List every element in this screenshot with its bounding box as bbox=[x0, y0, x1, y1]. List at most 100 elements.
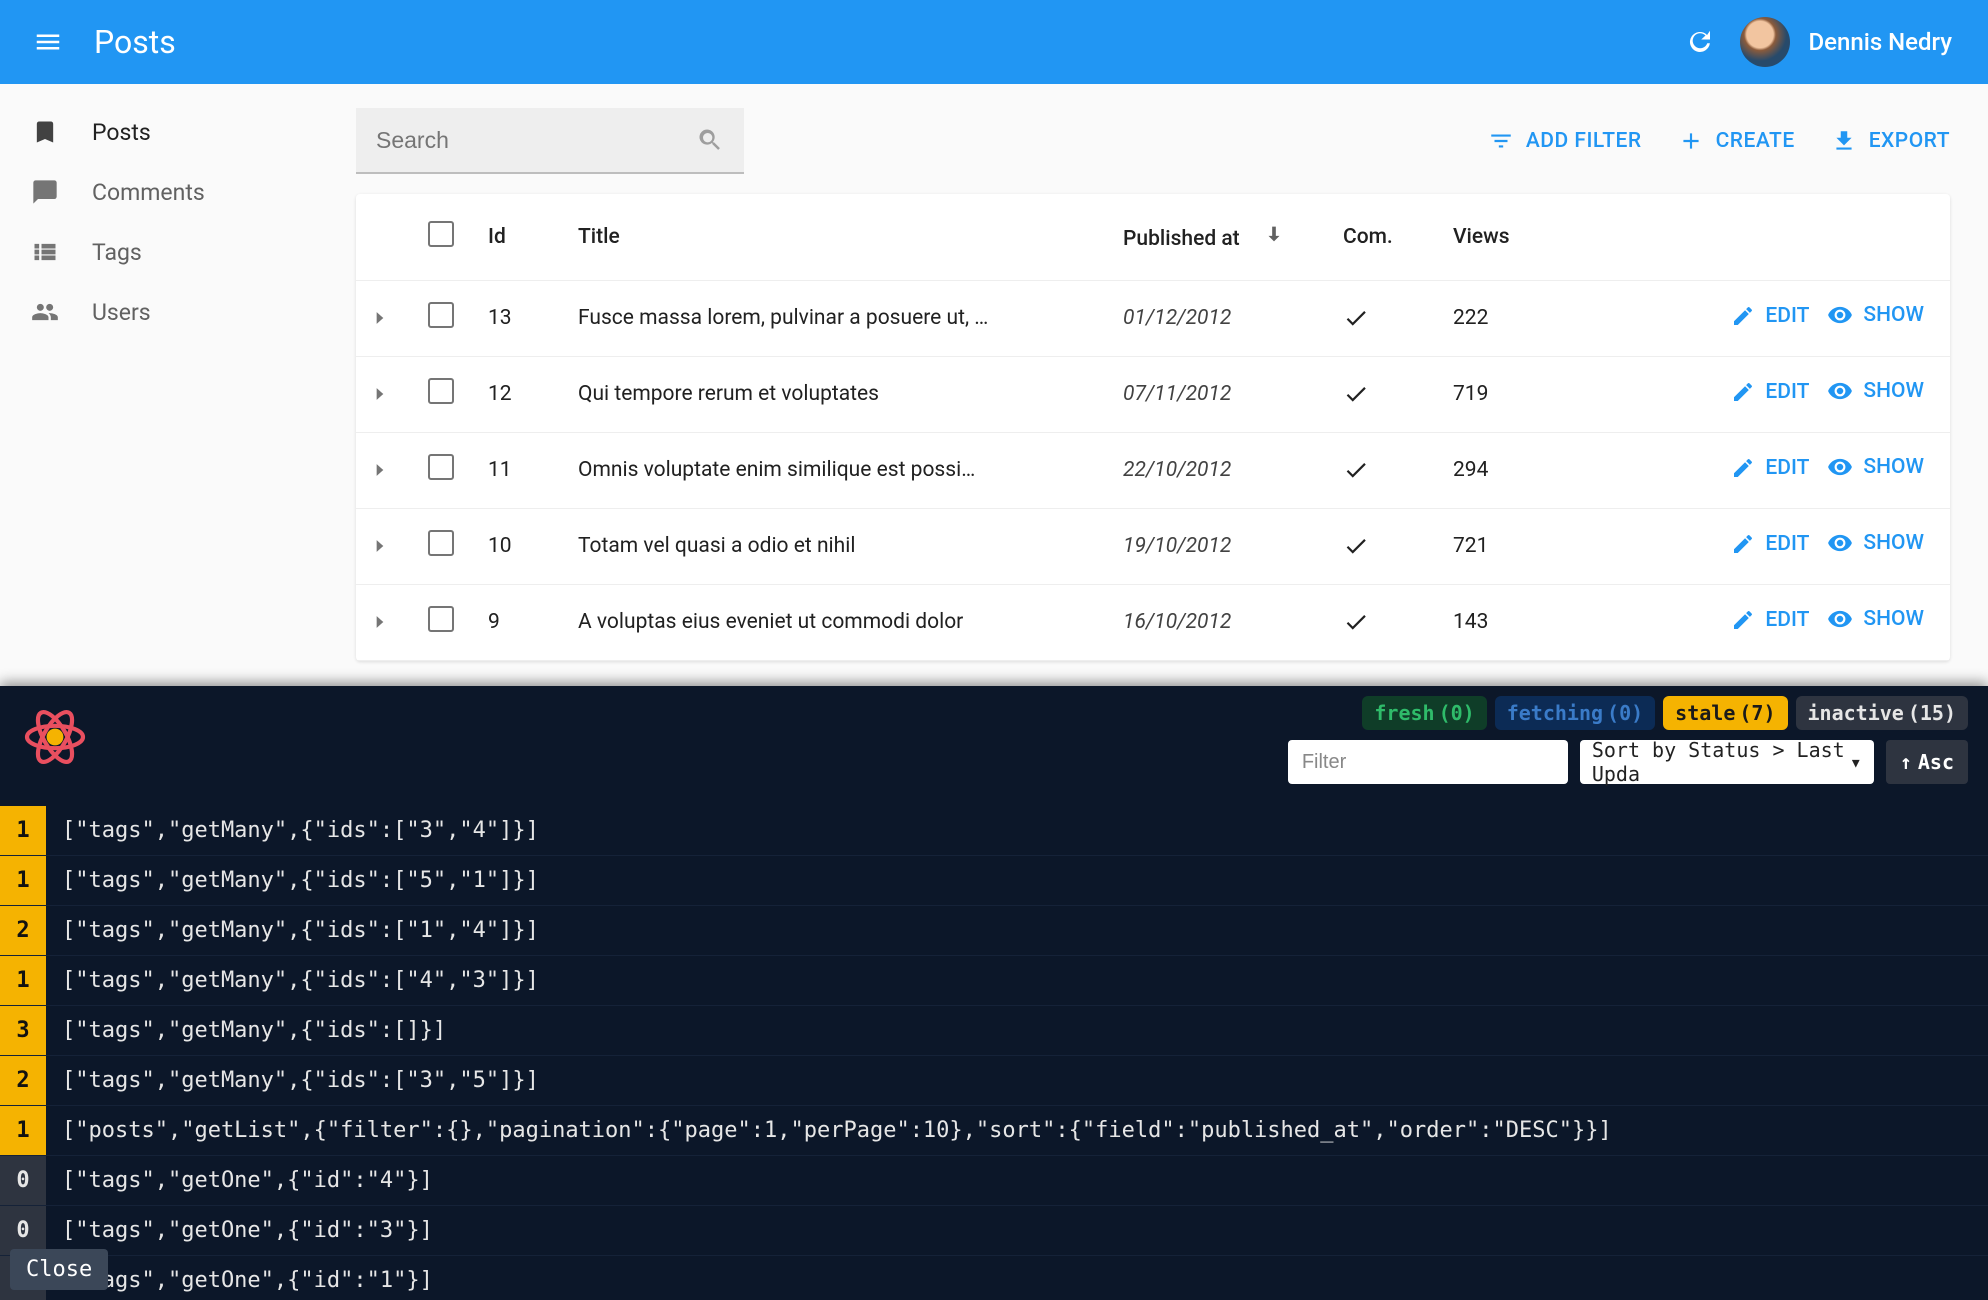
pencil-icon bbox=[1731, 532, 1755, 556]
query-item[interactable]: 1["tags","getMany",{"ids":["4","3"]}] bbox=[0, 956, 1988, 1006]
table-row[interactable]: 9A voluptas eius eveniet ut commodi dolo… bbox=[356, 584, 1950, 660]
expand-row-button[interactable] bbox=[370, 308, 400, 328]
check-icon bbox=[1343, 457, 1425, 483]
cell-com bbox=[1329, 432, 1439, 508]
edit-button[interactable]: EDIT bbox=[1731, 608, 1809, 632]
cell-views: 294 bbox=[1439, 432, 1569, 508]
sidebar-item-posts[interactable]: Posts bbox=[0, 102, 356, 162]
badge-fetching[interactable]: fetching (0) bbox=[1495, 696, 1655, 730]
create-button[interactable]: CREATE bbox=[1678, 128, 1795, 154]
show-label: SHOW bbox=[1863, 379, 1924, 403]
devtools-sort-select[interactable]: Sort by Status > Last Upda ▾ bbox=[1580, 740, 1874, 784]
edit-button[interactable]: EDIT bbox=[1731, 380, 1809, 404]
badge-stale[interactable]: stale (7) bbox=[1663, 696, 1787, 730]
query-item[interactable]: 0["tags","getOne",{"id":"1"}] bbox=[0, 1256, 1988, 1300]
expand-row-button[interactable] bbox=[370, 536, 400, 556]
col-expand bbox=[356, 194, 414, 280]
query-observer-count: 1 bbox=[0, 1106, 46, 1155]
show-button[interactable]: SHOW bbox=[1827, 530, 1924, 556]
edit-button[interactable]: EDIT bbox=[1731, 532, 1809, 556]
col-com[interactable]: Com. bbox=[1329, 194, 1439, 280]
eye-icon bbox=[1827, 606, 1853, 632]
query-item[interactable]: 1["tags","getMany",{"ids":["3","4"]}] bbox=[0, 806, 1988, 856]
col-published[interactable]: Published at bbox=[1109, 194, 1329, 280]
query-observer-count: 2 bbox=[0, 1056, 46, 1105]
sidebar-item-tags[interactable]: Tags bbox=[0, 222, 356, 282]
query-item[interactable]: 0["tags","getOne",{"id":"4"}] bbox=[0, 1156, 1988, 1206]
table-row[interactable]: 12Qui tempore rerum et voluptates07/11/2… bbox=[356, 356, 1950, 432]
query-item[interactable]: 2["tags","getMany",{"ids":["3","5"]}] bbox=[0, 1056, 1988, 1106]
create-label: CREATE bbox=[1716, 129, 1795, 153]
refresh-icon bbox=[1685, 27, 1715, 57]
refresh-button[interactable] bbox=[1680, 22, 1720, 62]
search-icon bbox=[696, 126, 724, 154]
query-item[interactable]: 0["tags","getOne",{"id":"3"}] bbox=[0, 1206, 1988, 1256]
expand-row-button[interactable] bbox=[370, 612, 400, 632]
app-header: Posts Dennis Nedry bbox=[0, 0, 1988, 84]
row-checkbox[interactable] bbox=[428, 302, 454, 328]
sidebar-item-comments[interactable]: Comments bbox=[0, 162, 356, 222]
devtools-close-button[interactable]: Close bbox=[10, 1249, 108, 1290]
table-row[interactable]: 13Fusce massa lorem, pulvinar a posuere … bbox=[356, 280, 1950, 356]
cell-id: 11 bbox=[474, 432, 564, 508]
add-filter-button[interactable]: ADD FILTER bbox=[1488, 128, 1642, 154]
add-filter-label: ADD FILTER bbox=[1526, 129, 1642, 153]
table-row[interactable]: 10Totam vel quasi a odio et nihil19/10/2… bbox=[356, 508, 1950, 584]
row-checkbox[interactable] bbox=[428, 378, 454, 404]
sidebar-item-label: Tags bbox=[92, 239, 142, 266]
list-toolbar: ADD FILTER CREATE EXPORT bbox=[356, 108, 1950, 174]
query-observer-count: 1 bbox=[0, 956, 46, 1005]
query-item[interactable]: 1["posts","getList",{"filter":{},"pagina… bbox=[0, 1106, 1988, 1156]
sort-label: Sort by Status > Last Upda bbox=[1592, 738, 1850, 786]
devtools-controls: fresh (0) fetching (0) stale (7) inactiv… bbox=[1288, 696, 1968, 796]
page-title: Posts bbox=[94, 23, 176, 61]
devtools-sort-direction[interactable]: ↑ Asc bbox=[1886, 740, 1968, 784]
edit-button[interactable]: EDIT bbox=[1731, 304, 1809, 328]
cell-published: 19/10/2012 bbox=[1109, 508, 1329, 584]
sort-desc-icon bbox=[1263, 227, 1285, 251]
expand-row-button[interactable] bbox=[370, 384, 400, 404]
devtools-filter-input[interactable] bbox=[1288, 740, 1568, 784]
table-row[interactable]: 11Omnis voluptate enim similique est pos… bbox=[356, 432, 1950, 508]
check-icon bbox=[1343, 381, 1425, 407]
row-checkbox[interactable] bbox=[428, 606, 454, 632]
username-label[interactable]: Dennis Nedry bbox=[1808, 28, 1952, 56]
checkbox-icon[interactable] bbox=[428, 221, 454, 247]
col-title[interactable]: Title bbox=[564, 194, 1109, 280]
search-input[interactable] bbox=[376, 127, 696, 154]
col-id[interactable]: Id bbox=[474, 194, 564, 280]
badge-fresh[interactable]: fresh (0) bbox=[1362, 696, 1486, 730]
show-button[interactable]: SHOW bbox=[1827, 606, 1924, 632]
devtools-header: fresh (0) fetching (0) stale (7) inactiv… bbox=[0, 686, 1988, 806]
query-item[interactable]: 3["tags","getMany",{"ids":[]}] bbox=[0, 1006, 1988, 1056]
badge-inactive[interactable]: inactive (15) bbox=[1796, 696, 1969, 730]
eye-icon bbox=[1827, 530, 1853, 556]
sidebar-item-label: Comments bbox=[92, 179, 205, 206]
expand-row-button[interactable] bbox=[370, 460, 400, 480]
show-button[interactable]: SHOW bbox=[1827, 454, 1924, 480]
show-button[interactable]: SHOW bbox=[1827, 378, 1924, 404]
edit-button[interactable]: EDIT bbox=[1731, 456, 1809, 480]
query-observer-count: 2 bbox=[0, 906, 46, 955]
posts-table: Id Title Published at Com. Views 13Fusce… bbox=[356, 194, 1950, 661]
show-label: SHOW bbox=[1863, 455, 1924, 479]
chat-icon bbox=[28, 175, 62, 209]
sidebar-item-users[interactable]: Users bbox=[0, 282, 356, 342]
search-field-wrap[interactable] bbox=[356, 108, 744, 174]
col-select-all[interactable] bbox=[414, 194, 474, 280]
query-item[interactable]: 2["tags","getMany",{"ids":["1","4"]}] bbox=[0, 906, 1988, 956]
export-label: EXPORT bbox=[1869, 129, 1950, 153]
query-key: ["posts","getList",{"filter":{},"paginat… bbox=[46, 1118, 1612, 1143]
cell-id: 9 bbox=[474, 584, 564, 660]
bookmark-icon bbox=[28, 115, 62, 149]
show-button[interactable]: SHOW bbox=[1827, 302, 1924, 328]
export-button[interactable]: EXPORT bbox=[1831, 128, 1950, 154]
react-query-devtools: fresh (0) fetching (0) stale (7) inactiv… bbox=[0, 686, 1988, 1300]
user-avatar[interactable] bbox=[1740, 17, 1790, 67]
col-views[interactable]: Views bbox=[1439, 194, 1569, 280]
row-checkbox[interactable] bbox=[428, 454, 454, 480]
row-checkbox[interactable] bbox=[428, 530, 454, 556]
query-item[interactable]: 1["tags","getMany",{"ids":["5","1"]}] bbox=[0, 856, 1988, 906]
query-list[interactable]: 1["tags","getMany",{"ids":["3","4"]}]1["… bbox=[0, 806, 1988, 1300]
menu-button[interactable] bbox=[28, 22, 68, 62]
